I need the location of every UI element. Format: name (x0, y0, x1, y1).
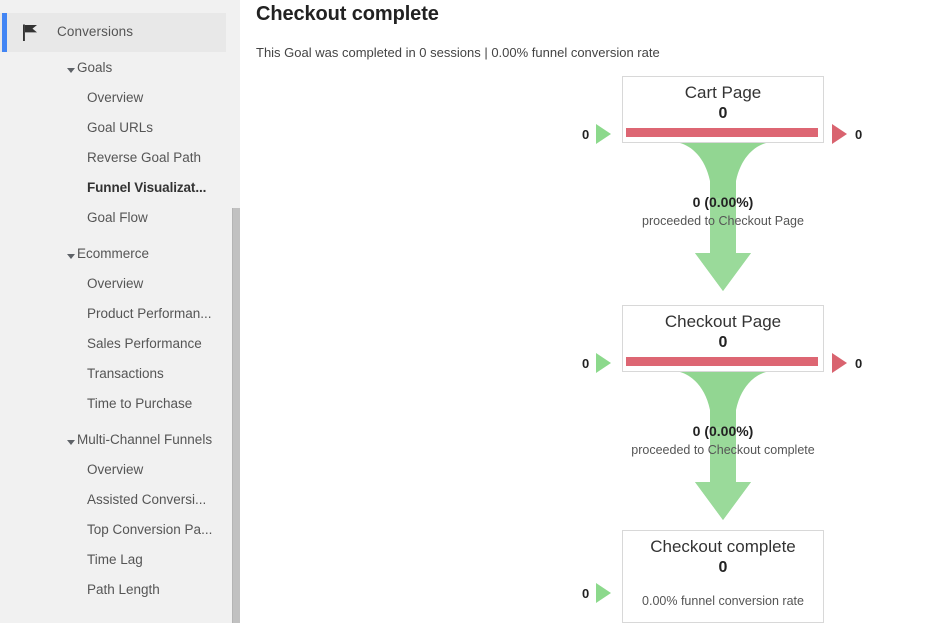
sidebar-group-label: Goals (77, 60, 112, 75)
sidebar-item-label: Assisted Conversi... (87, 492, 206, 507)
funnel-entry-count: 0 (582, 127, 589, 142)
sidebar-section-label: Conversions (57, 24, 133, 39)
funnel-stage-box[interactable]: Cart Page 0 (622, 76, 824, 143)
funnel-stage-title: Checkout Page (623, 312, 823, 332)
funnel-entry-count: 0 (582, 586, 589, 601)
funnel-stage-box[interactable]: Checkout complete 0 0.00% funnel convers… (622, 530, 824, 623)
funnel-stage-note: 0.00% funnel conversion rate (623, 594, 823, 608)
funnel-stage-value: 0 (623, 105, 823, 123)
funnel-stage-title: Checkout complete (623, 537, 823, 557)
sidebar-item-goal-urls[interactable]: Goal URLs (0, 117, 226, 147)
sidebar-item-transactions[interactable]: Transactions (0, 363, 226, 393)
sidebar-group-ecommerce[interactable]: Ecommerce (0, 243, 226, 273)
sidebar-item-label: Overview (87, 462, 143, 477)
sidebar-item-label: Time to Purchase (87, 396, 192, 411)
sidebar-item-assisted-conversions[interactable]: Assisted Conversi... (0, 489, 226, 519)
sidebar-group-label: Ecommerce (77, 246, 149, 261)
funnel-connector-count: 0 (0.00%) (623, 423, 823, 439)
funnel-stage-box[interactable]: Checkout Page 0 (622, 305, 824, 372)
sidebar-item-sales-performance[interactable]: Sales Performance (0, 333, 226, 363)
funnel-connector-description: proceeded to Checkout complete (623, 443, 823, 457)
sidebar-item-goal-flow[interactable]: Goal Flow (0, 207, 226, 237)
funnel-stage-value: 0 (623, 334, 823, 352)
page-title: Checkout complete (256, 3, 439, 26)
sidebar: Conversions Goals Overview Goal URLs Rev… (0, 0, 240, 623)
funnel-exit-marker-icon (832, 353, 847, 373)
sidebar-item-label: Overview (87, 276, 143, 291)
funnel-exit-count: 0 (855, 127, 862, 142)
sidebar-item-label: Goal Flow (87, 210, 148, 225)
funnel-connector: 0 (0.00%) proceeded to Checkout complete (623, 372, 823, 524)
sidebar-item-label: Reverse Goal Path (87, 150, 201, 165)
chevron-down-icon (67, 68, 75, 73)
funnel-stage-title: Cart Page (623, 83, 823, 103)
funnel-connector: 0 (0.00%) proceeded to Checkout Page (623, 143, 823, 295)
sidebar-item-product-performance[interactable]: Product Performan... (0, 303, 226, 333)
sidebar-item-label: Funnel Visualizat... (87, 180, 206, 195)
funnel-exit-marker-icon (832, 124, 847, 144)
sidebar-item-label: Time Lag (87, 552, 143, 567)
sidebar-item-top-conversion-paths[interactable]: Top Conversion Pa... (0, 519, 226, 549)
sidebar-item-label: Top Conversion Pa... (87, 522, 212, 537)
funnel-connector-count: 0 (0.00%) (623, 194, 823, 210)
sidebar-item-label: Transactions (87, 366, 164, 381)
main-content: Checkout complete This Goal was complete… (240, 0, 950, 623)
funnel-exit-count: 0 (855, 356, 862, 371)
sidebar-scrollbar-thumb[interactable] (232, 208, 240, 623)
sidebar-item-label: Path Length (87, 582, 160, 597)
sidebar-item-reverse-goal-path[interactable]: Reverse Goal Path (0, 147, 226, 177)
funnel-entry-marker-icon (596, 583, 611, 603)
sidebar-item-mcf-overview[interactable]: Overview (0, 459, 226, 489)
funnel-stage-value: 0 (623, 559, 823, 577)
funnel-entry-marker-icon (596, 124, 611, 144)
sidebar-item-time-to-purchase[interactable]: Time to Purchase (0, 393, 226, 423)
sidebar-item-label: Sales Performance (87, 336, 202, 351)
sidebar-item-path-length[interactable]: Path Length (0, 579, 226, 609)
flag-icon (22, 24, 40, 41)
funnel-visualization-page: Conversions Goals Overview Goal URLs Rev… (0, 0, 950, 623)
funnel-entry-count: 0 (582, 356, 589, 371)
page-subtitle: This Goal was completed in 0 sessions | … (256, 45, 660, 60)
funnel-connector-description: proceeded to Checkout Page (623, 214, 823, 228)
funnel-stage-bar (626, 357, 818, 366)
sidebar-item-goals-overview[interactable]: Overview (0, 87, 226, 117)
sidebar-group-goals[interactable]: Goals (0, 57, 226, 87)
sidebar-item-label: Product Performan... (87, 306, 212, 321)
sidebar-group-multi-channel-funnels[interactable]: Multi-Channel Funnels (0, 429, 226, 459)
chevron-down-icon (67, 440, 75, 445)
sidebar-item-label: Overview (87, 90, 143, 105)
chevron-down-icon (67, 254, 75, 259)
sidebar-group-label: Multi-Channel Funnels (77, 432, 212, 447)
sidebar-item-ecommerce-overview[interactable]: Overview (0, 273, 226, 303)
sidebar-item-funnel-visualization[interactable]: Funnel Visualizat... (0, 177, 226, 207)
funnel-stage-bar (626, 128, 818, 137)
sidebar-active-accent-bar (2, 13, 7, 52)
funnel-entry-marker-icon (596, 353, 611, 373)
sidebar-item-label: Goal URLs (87, 120, 153, 135)
sidebar-item-time-lag[interactable]: Time Lag (0, 549, 226, 579)
